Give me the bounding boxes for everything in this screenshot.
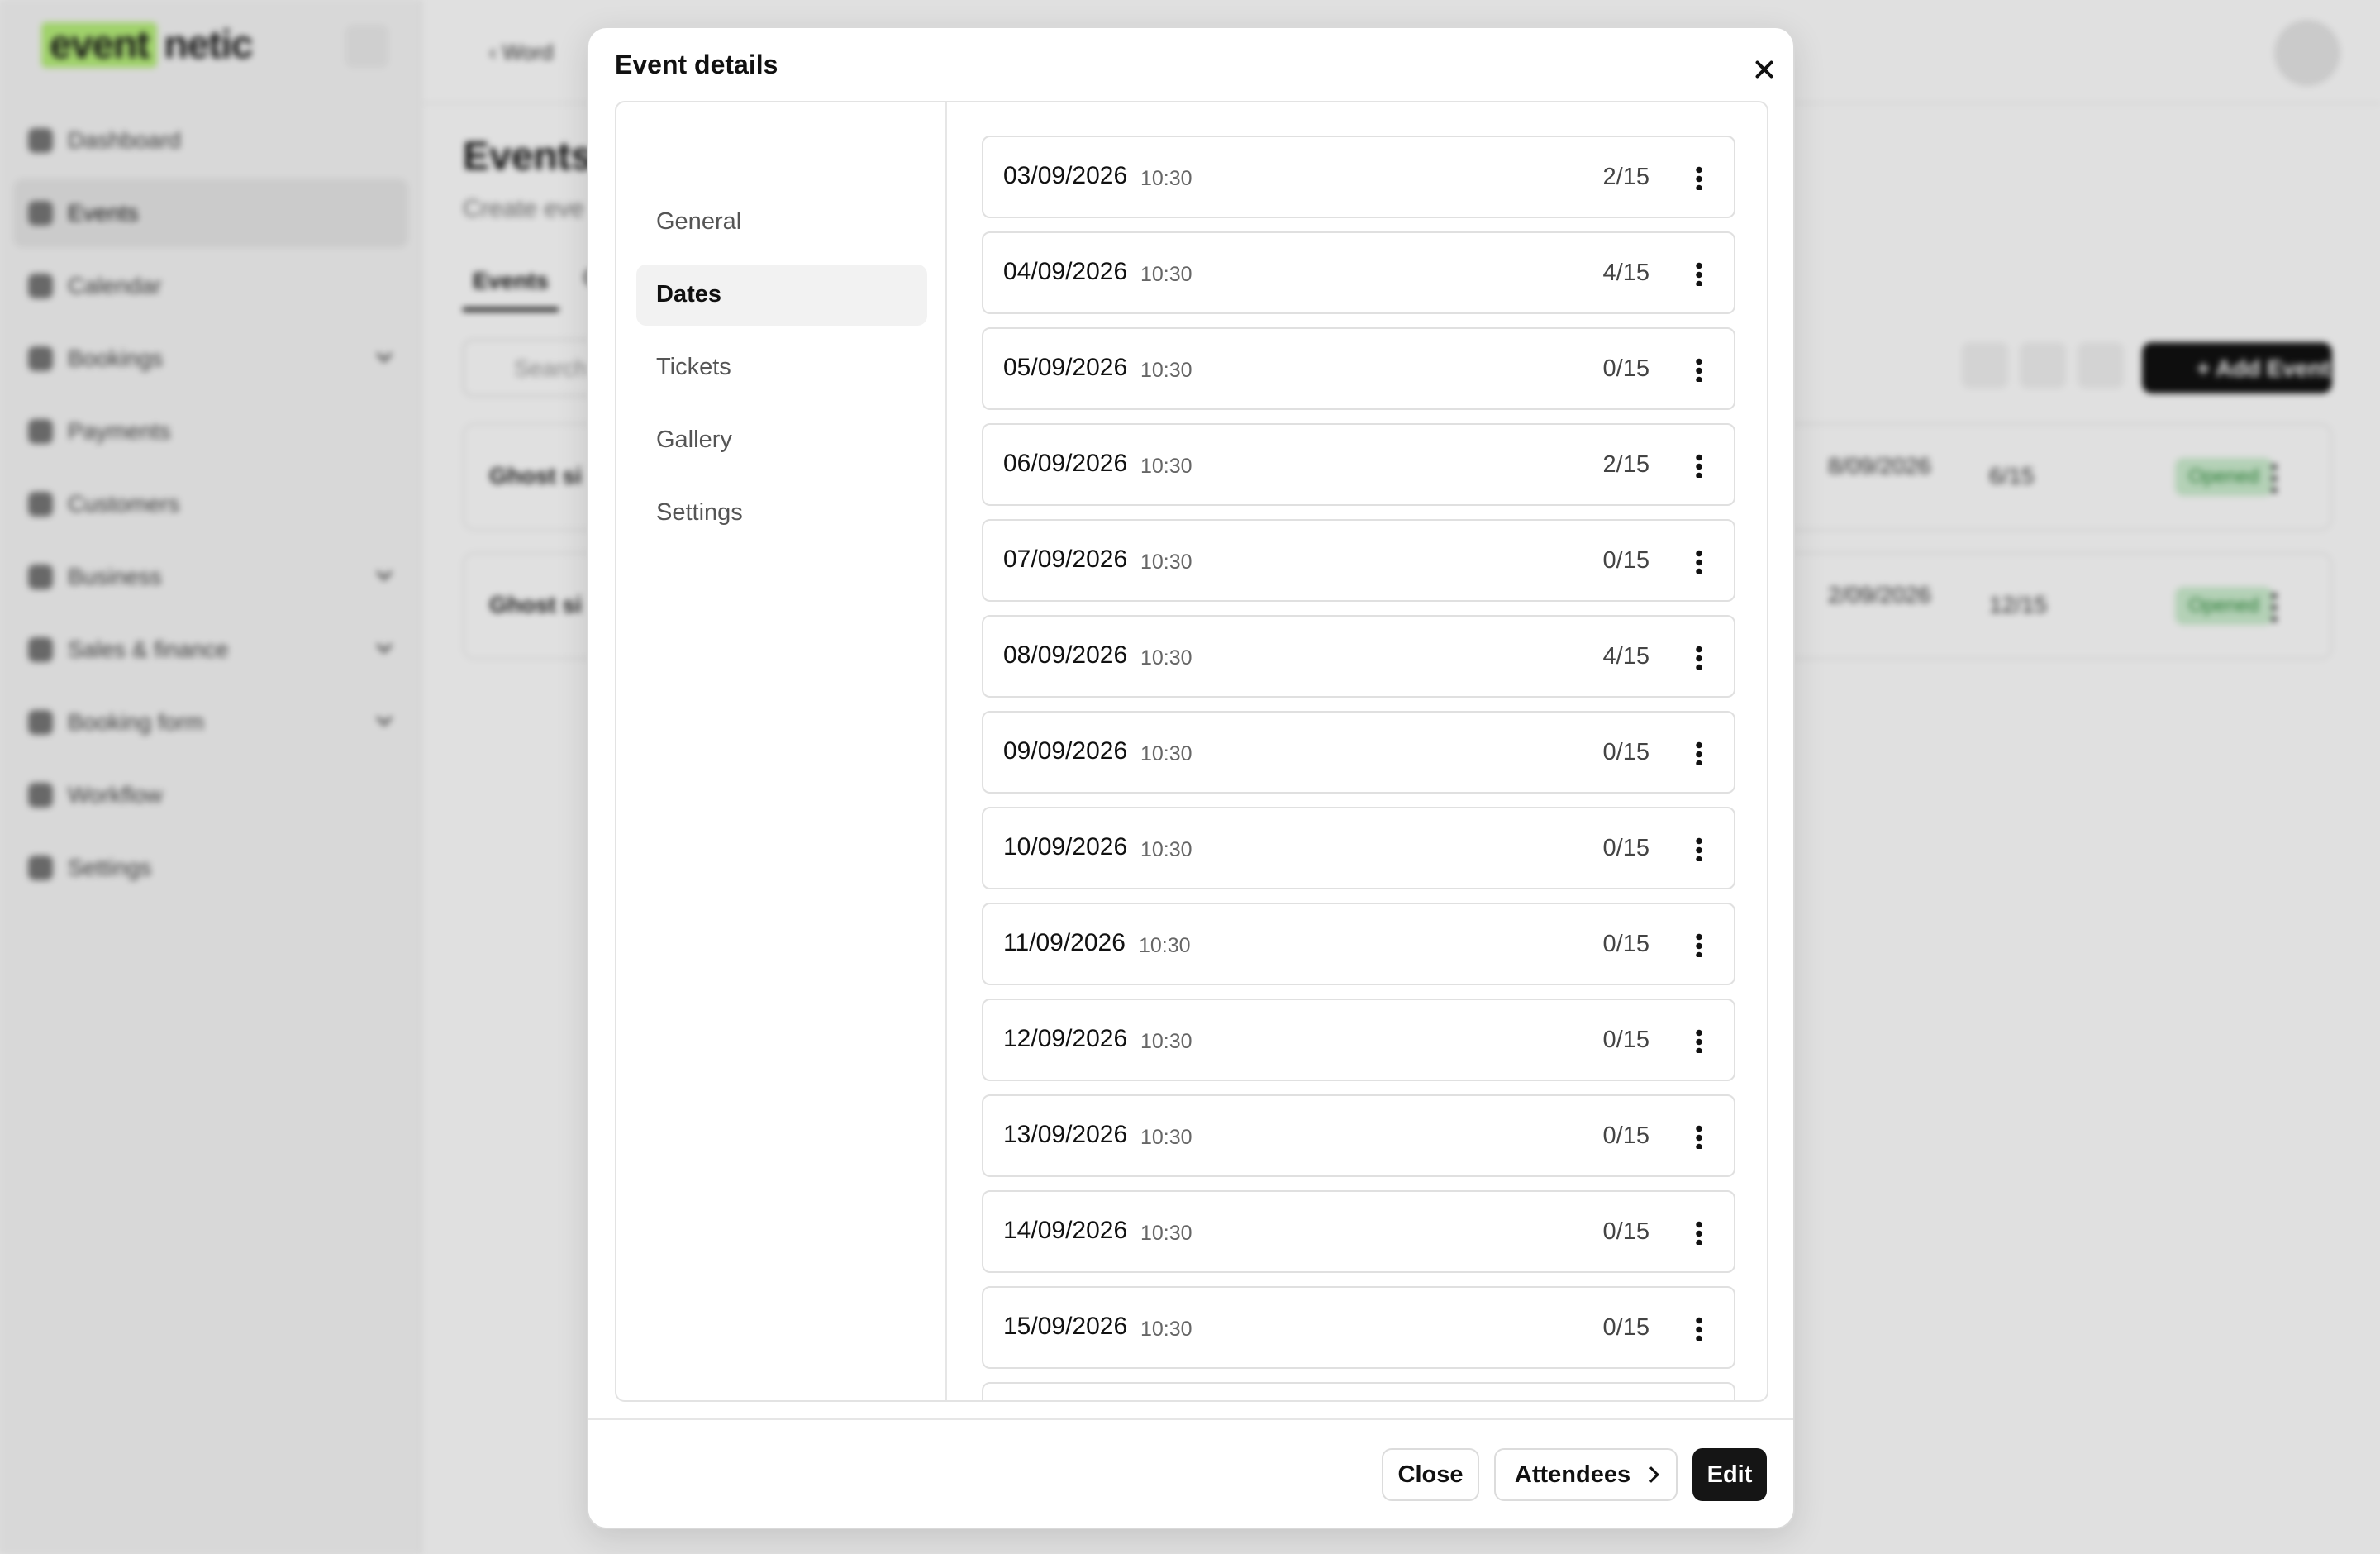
booking-count: 0/15: [1602, 739, 1649, 765]
time-label: 10:30: [1140, 838, 1192, 861]
date-label: 03/09/2026: [1003, 162, 1128, 189]
date-label: 06/09/2026: [1003, 450, 1128, 477]
booking-count: 0/15: [1602, 1314, 1649, 1341]
more-vertical-icon[interactable]: [1696, 1220, 1702, 1245]
date-label: 13/09/2026: [1003, 1121, 1128, 1148]
attendees-label: Attendees: [1514, 1461, 1631, 1488]
time-label: 10:30: [1140, 1222, 1192, 1245]
time-label: 10:30: [1140, 359, 1192, 382]
edit-button[interactable]: Edit: [1692, 1448, 1767, 1501]
booking-count: 0/15: [1602, 355, 1649, 382]
time-label: 10:30: [1140, 1030, 1192, 1053]
more-vertical-icon[interactable]: [1696, 741, 1702, 765]
date-label: 08/09/2026: [1003, 641, 1128, 669]
date-label: 11/09/2026: [1003, 929, 1126, 956]
more-vertical-icon[interactable]: [1696, 645, 1702, 670]
date-row[interactable]: [982, 1382, 1735, 1400]
time-label: 10:30: [1140, 1318, 1192, 1341]
more-vertical-icon[interactable]: [1696, 357, 1702, 382]
time-label: 10:30: [1140, 742, 1192, 765]
tab-tickets[interactable]: Tickets: [636, 337, 927, 398]
more-vertical-icon[interactable]: [1696, 165, 1702, 190]
date-row[interactable]: 10/09/2026 10:30 0/15: [982, 807, 1735, 889]
more-vertical-icon[interactable]: [1696, 1028, 1702, 1053]
close-icon[interactable]: [1747, 53, 1780, 86]
dates-list[interactable]: 03/09/2026 10:30 2/15 04/09/2026 10:30 4/15 05…: [949, 102, 1767, 1400]
date-row[interactable]: 13/09/2026 10:30 0/15: [982, 1094, 1735, 1177]
booking-count: 0/15: [1602, 1218, 1649, 1245]
attendees-button[interactable]: Attendees: [1494, 1448, 1678, 1501]
date-label: 05/09/2026: [1003, 354, 1128, 381]
date-label: 09/09/2026: [1003, 737, 1128, 765]
more-vertical-icon[interactable]: [1696, 1316, 1702, 1341]
date-label: 04/09/2026: [1003, 258, 1128, 285]
tab-general[interactable]: General: [636, 192, 927, 253]
date-row[interactable]: 11/09/2026 10:30 0/15: [982, 903, 1735, 985]
booking-count: 2/15: [1602, 451, 1649, 478]
date-row[interactable]: 07/09/2026 10:30 0/15: [982, 519, 1735, 602]
details-tabs: General Dates Tickets Gallery Settings: [616, 102, 947, 1400]
booking-count: 0/15: [1602, 835, 1649, 861]
tab-settings[interactable]: Settings: [636, 483, 927, 544]
date-label: 15/09/2026: [1003, 1313, 1128, 1340]
more-vertical-icon[interactable]: [1696, 837, 1702, 861]
more-vertical-icon[interactable]: [1696, 453, 1702, 478]
modal-title: Event details: [615, 50, 778, 79]
modal-footer: Close Attendees Edit: [588, 1418, 1793, 1528]
booking-count: 0/15: [1602, 1027, 1649, 1053]
time-label: 10:30: [1140, 551, 1192, 574]
booking-count: 4/15: [1602, 260, 1649, 286]
date-label: 12/09/2026: [1003, 1025, 1128, 1052]
event-details-dialog: Event details General Dates Tickets Gallery…: [587, 26, 1795, 1529]
booking-count: 2/15: [1602, 164, 1649, 190]
time-label: 10:30: [1139, 934, 1191, 957]
more-vertical-icon[interactable]: [1696, 1124, 1702, 1149]
tab-gallery[interactable]: Gallery: [636, 410, 927, 471]
booking-count: 0/15: [1602, 1123, 1649, 1149]
date-row[interactable]: 05/09/2026 10:30 0/15: [982, 327, 1735, 410]
date-row[interactable]: 09/09/2026 10:30 0/15: [982, 711, 1735, 794]
more-vertical-icon[interactable]: [1696, 932, 1702, 957]
close-button[interactable]: Close: [1382, 1448, 1479, 1501]
date-row[interactable]: 12/09/2026 10:30 0/15: [982, 999, 1735, 1081]
date-label: 14/09/2026: [1003, 1217, 1128, 1244]
date-label: 10/09/2026: [1003, 833, 1128, 860]
time-label: 10:30: [1140, 646, 1192, 670]
time-label: 10:30: [1140, 263, 1192, 286]
booking-count: 0/15: [1602, 931, 1649, 957]
booking-count: 0/15: [1602, 547, 1649, 574]
time-label: 10:30: [1140, 455, 1192, 478]
date-row[interactable]: 08/09/2026 10:30 4/15: [982, 615, 1735, 698]
date-row[interactable]: 15/09/2026 10:30 0/15: [982, 1286, 1735, 1369]
time-label: 10:30: [1140, 1126, 1192, 1149]
date-label: 07/09/2026: [1003, 546, 1128, 573]
more-vertical-icon[interactable]: [1696, 261, 1702, 286]
date-row[interactable]: 14/09/2026 10:30 0/15: [982, 1190, 1735, 1273]
tab-dates[interactable]: Dates: [636, 265, 927, 326]
time-label: 10:30: [1140, 167, 1192, 190]
date-row[interactable]: 03/09/2026 10:30 2/15: [982, 136, 1735, 218]
booking-count: 4/15: [1602, 643, 1649, 670]
details-panel: General Dates Tickets Gallery Settings 03/09…: [615, 101, 1768, 1402]
date-row[interactable]: 04/09/2026 10:30 4/15: [982, 231, 1735, 314]
date-row[interactable]: 06/09/2026 10:30 2/15: [982, 423, 1735, 506]
chevron-right-icon: [1643, 1466, 1659, 1483]
more-vertical-icon[interactable]: [1696, 549, 1702, 574]
